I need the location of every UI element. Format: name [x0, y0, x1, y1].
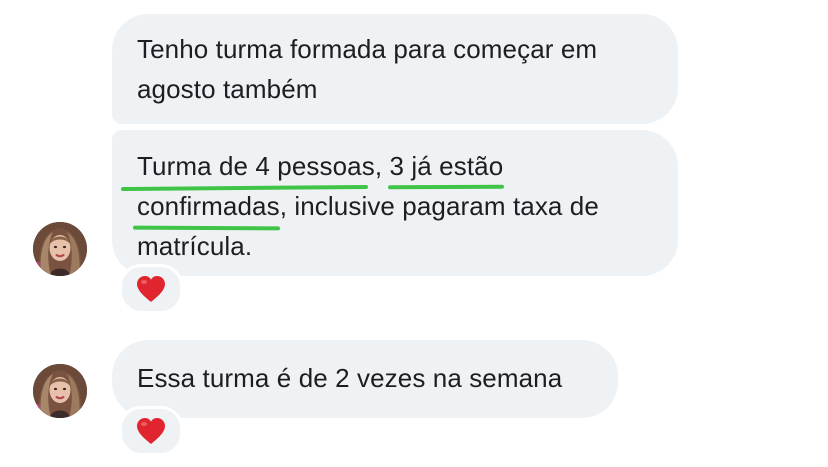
message-bubble-3[interactable]: Essa turma é de 2 vezes na semana [112, 340, 618, 418]
message-text-fragment: , [374, 151, 383, 181]
heart-icon [136, 417, 166, 445]
reaction-badge[interactable] [119, 264, 183, 314]
heart-icon [136, 275, 166, 303]
reaction-badge[interactable] [119, 406, 183, 456]
chat-thread: Tenho turma formada para começar em agos… [0, 0, 828, 467]
message-text-line: Tenho turma formada para começar em [137, 34, 598, 64]
highlighted-phrase: confirmadas [137, 186, 280, 226]
highlighted-phrase: Turma de 4 pessoas [137, 146, 375, 186]
message-text-line: Essa turma é de 2 vezes na semana [137, 363, 563, 393]
message-text-line: matrícula. [137, 231, 253, 261]
message-text-line: agosto também [137, 74, 318, 104]
avatar-photo [33, 364, 87, 418]
message-bubble-1[interactable]: Tenho turma formada para começar em agos… [112, 14, 678, 124]
avatar[interactable] [33, 222, 87, 276]
message-text-line: Turma de 4 pessoas, 3 já estão [137, 146, 654, 186]
message-text-line: confirmadas, inclusive pagaram taxa de [137, 186, 654, 226]
avatar-photo [33, 222, 87, 276]
message-text-fragment: , inclusive pagaram taxa de [279, 191, 599, 221]
message-bubble-2[interactable]: Turma de 4 pessoas, 3 já estão confirmad… [112, 130, 678, 276]
highlighted-phrase: 3 já estão [390, 146, 504, 186]
avatar[interactable] [33, 364, 87, 418]
